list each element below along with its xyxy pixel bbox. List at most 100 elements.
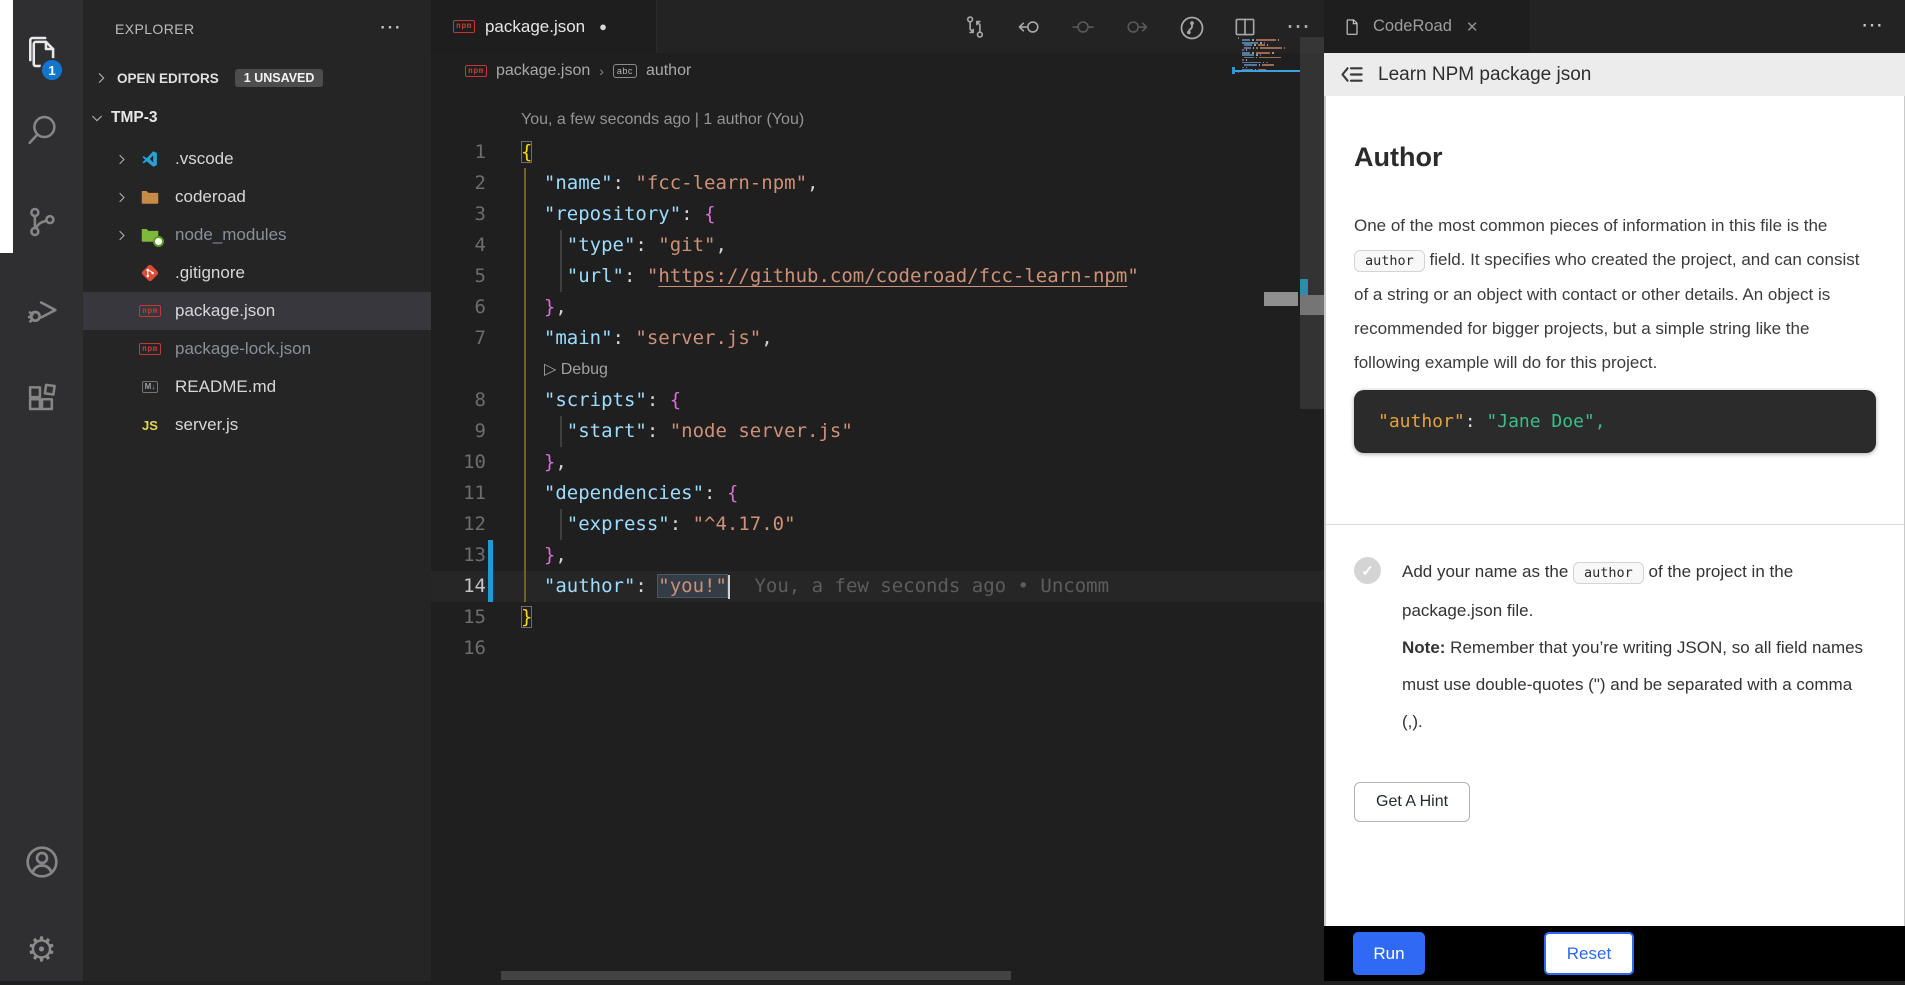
tree-item-label: .gitignore <box>175 263 245 283</box>
code-line-14[interactable]: 14 "author": "you!"You, a few seconds ag… <box>431 571 1324 602</box>
tree-item-coderoad[interactable]: coderoad <box>83 178 431 216</box>
npm-icon: npm <box>138 299 162 323</box>
minimap[interactable] <box>1238 37 1300 77</box>
code-line-3[interactable]: 3 "repository": { <box>431 199 1324 230</box>
workspace-root-folder[interactable]: TMP-3 <box>83 98 431 138</box>
line-number: 6 <box>431 292 486 323</box>
code-area[interactable]: You, a few seconds ago | 1 author (You) … <box>431 89 1324 664</box>
modified-line-indicator <box>488 571 493 602</box>
tab-package-json[interactable]: npm package.json ● <box>431 0 657 53</box>
code-line-8[interactable]: 8 "scripts": { <box>431 385 1324 416</box>
code-line-9[interactable]: 9 "start": "node server.js" <box>431 416 1324 447</box>
tree-item-server-js[interactable]: JSserver.js <box>83 406 431 444</box>
lesson-header: Learn NPM package json <box>1324 53 1905 96</box>
editor-area: npm package.json ● ⋯ <box>431 0 1324 981</box>
tree-item--gitignore[interactable]: .gitignore <box>83 254 431 292</box>
tree-item-label: coderoad <box>175 187 246 207</box>
unsaved-badge: 1 UNSAVED <box>235 69 324 87</box>
panel-more-actions-icon[interactable]: ⋯ <box>1861 12 1883 38</box>
settings-icon[interactable]: ⚙ <box>0 915 83 985</box>
folder-node-icon <box>138 223 162 247</box>
code-line-11[interactable]: 11 "dependencies": { <box>431 478 1324 509</box>
line-number: 1 <box>431 137 486 168</box>
line-number: 15 <box>431 602 486 633</box>
run-debug-icon[interactable] <box>0 275 83 345</box>
file-icon <box>1342 17 1362 37</box>
chevron-down-icon <box>87 108 107 128</box>
line-number: 12 <box>431 509 486 540</box>
breadcrumb-file[interactable]: package.json <box>496 62 590 80</box>
tree-item-package-lock-json[interactable]: npmpackage-lock.json <box>83 330 431 368</box>
code-line-6[interactable]: 6 }, <box>431 292 1324 323</box>
code-line-1[interactable]: 1{ <box>431 137 1324 168</box>
record-icon[interactable] <box>1070 14 1096 40</box>
tree-item-label: .vscode <box>175 149 234 169</box>
code-line-7[interactable]: 7 "main": "server.js", <box>431 323 1324 354</box>
tree-item-label: README.md <box>175 377 276 397</box>
lesson-content: Author One of the most common pieces of … <box>1324 96 1905 926</box>
code-line-15[interactable]: 15} <box>431 602 1324 633</box>
coderoad-run-icon[interactable] <box>1178 14 1204 40</box>
tree-item-label: package-lock.json <box>175 339 311 359</box>
code-line-4[interactable]: 4 "type": "git", <box>431 230 1324 261</box>
editor-tab-bar: npm package.json ● ⋯ <box>431 0 1324 53</box>
markdown-icon: M↓ <box>138 375 162 399</box>
coderoad-tab-label: CodeRoad <box>1373 17 1452 36</box>
lessons-list-icon[interactable] <box>1338 61 1365 88</box>
line-number: 5 <box>431 261 486 292</box>
line-number: 13 <box>431 540 486 571</box>
scrollbar-handle[interactable] <box>1300 295 1324 315</box>
open-editors-label: OPEN EDITORS <box>117 71 219 86</box>
chevron-right-icon <box>91 68 111 88</box>
code-line-10[interactable]: 10 }, <box>431 447 1324 478</box>
tree-item--vscode[interactable]: .vscode <box>83 140 431 178</box>
coderoad-panel: CodeRoad ✕ ⋯ Learn NPM package json Auth… <box>1324 0 1905 981</box>
code-line-5[interactable]: 5 "url": "https://github.com/coderoad/fc… <box>431 261 1324 292</box>
explorer-sidebar: EXPLORER ⋯ OPEN EDITORS 1 UNSAVED TMP-3 … <box>83 0 431 981</box>
panel-bottom-bar: Run Reset <box>1324 926 1905 981</box>
window-edge-strip <box>0 0 13 253</box>
close-icon[interactable]: ✕ <box>1466 18 1479 36</box>
code-line-13[interactable]: 13 }, <box>431 540 1324 571</box>
tree-item-node-modules[interactable]: node_modules <box>83 216 431 254</box>
tab-coderoad[interactable]: CodeRoad ✕ <box>1324 0 1530 53</box>
indent-guide <box>560 416 562 447</box>
folder-icon <box>138 185 162 209</box>
code-line-2[interactable]: 2 "name": "fcc-learn-npm", <box>431 168 1324 199</box>
modified-line-indicator <box>488 540 493 571</box>
code-line-12[interactable]: 12 "express": "^4.17.0" <box>431 509 1324 540</box>
extensions-icon[interactable] <box>0 365 83 435</box>
activity-bar: 1 ⚙ <box>0 0 83 981</box>
split-editor-icon[interactable] <box>1232 14 1258 40</box>
go-back-icon[interactable] <box>1016 14 1042 40</box>
git-icon <box>138 261 162 285</box>
vertical-scrollbar[interactable] <box>1300 37 1324 409</box>
codelens-debug[interactable]: ▷ Debug <box>431 354 1324 385</box>
breadcrumb-symbol[interactable]: author <box>646 62 691 80</box>
task-item: ✓ Add your name as the author of the pro… <box>1354 553 1876 740</box>
lesson-heading: Author <box>1354 142 1876 173</box>
lesson-intro: One of the most common pieces of informa… <box>1354 209 1876 380</box>
explorer-more-actions-icon[interactable]: ⋯ <box>379 14 401 40</box>
modified-dot-icon[interactable]: ● <box>599 19 607 34</box>
account-icon[interactable] <box>0 827 83 897</box>
open-changes-icon[interactable] <box>962 14 988 40</box>
inline-code-chip: author <box>1354 250 1425 272</box>
run-button[interactable]: Run <box>1353 932 1425 975</box>
go-forward-icon[interactable] <box>1124 14 1150 40</box>
tree-item-label: package.json <box>175 301 275 321</box>
panel-resize-handle[interactable] <box>1264 292 1298 306</box>
line-number: 4 <box>431 230 486 261</box>
inline-blame: You, a few seconds ago • Uncomm <box>754 575 1109 597</box>
divider <box>1324 524 1904 525</box>
tree-item-readme-md[interactable]: M↓ README.md <box>83 368 431 406</box>
code-line-16[interactable]: 16 <box>431 633 1324 664</box>
tree-item-package-json[interactable]: npm package.json <box>83 292 431 330</box>
horizontal-scrollbar[interactable] <box>501 971 1011 980</box>
line-number: 10 <box>431 447 486 478</box>
codelens-authors[interactable]: You, a few seconds ago | 1 author (You) <box>521 111 1324 137</box>
more-actions-icon[interactable]: ⋯ <box>1286 14 1310 40</box>
reset-button[interactable]: Reset <box>1544 932 1634 975</box>
get-hint-button[interactable]: Get A Hint <box>1354 782 1470 822</box>
open-editors-section[interactable]: OPEN EDITORS 1 UNSAVED <box>83 58 431 98</box>
